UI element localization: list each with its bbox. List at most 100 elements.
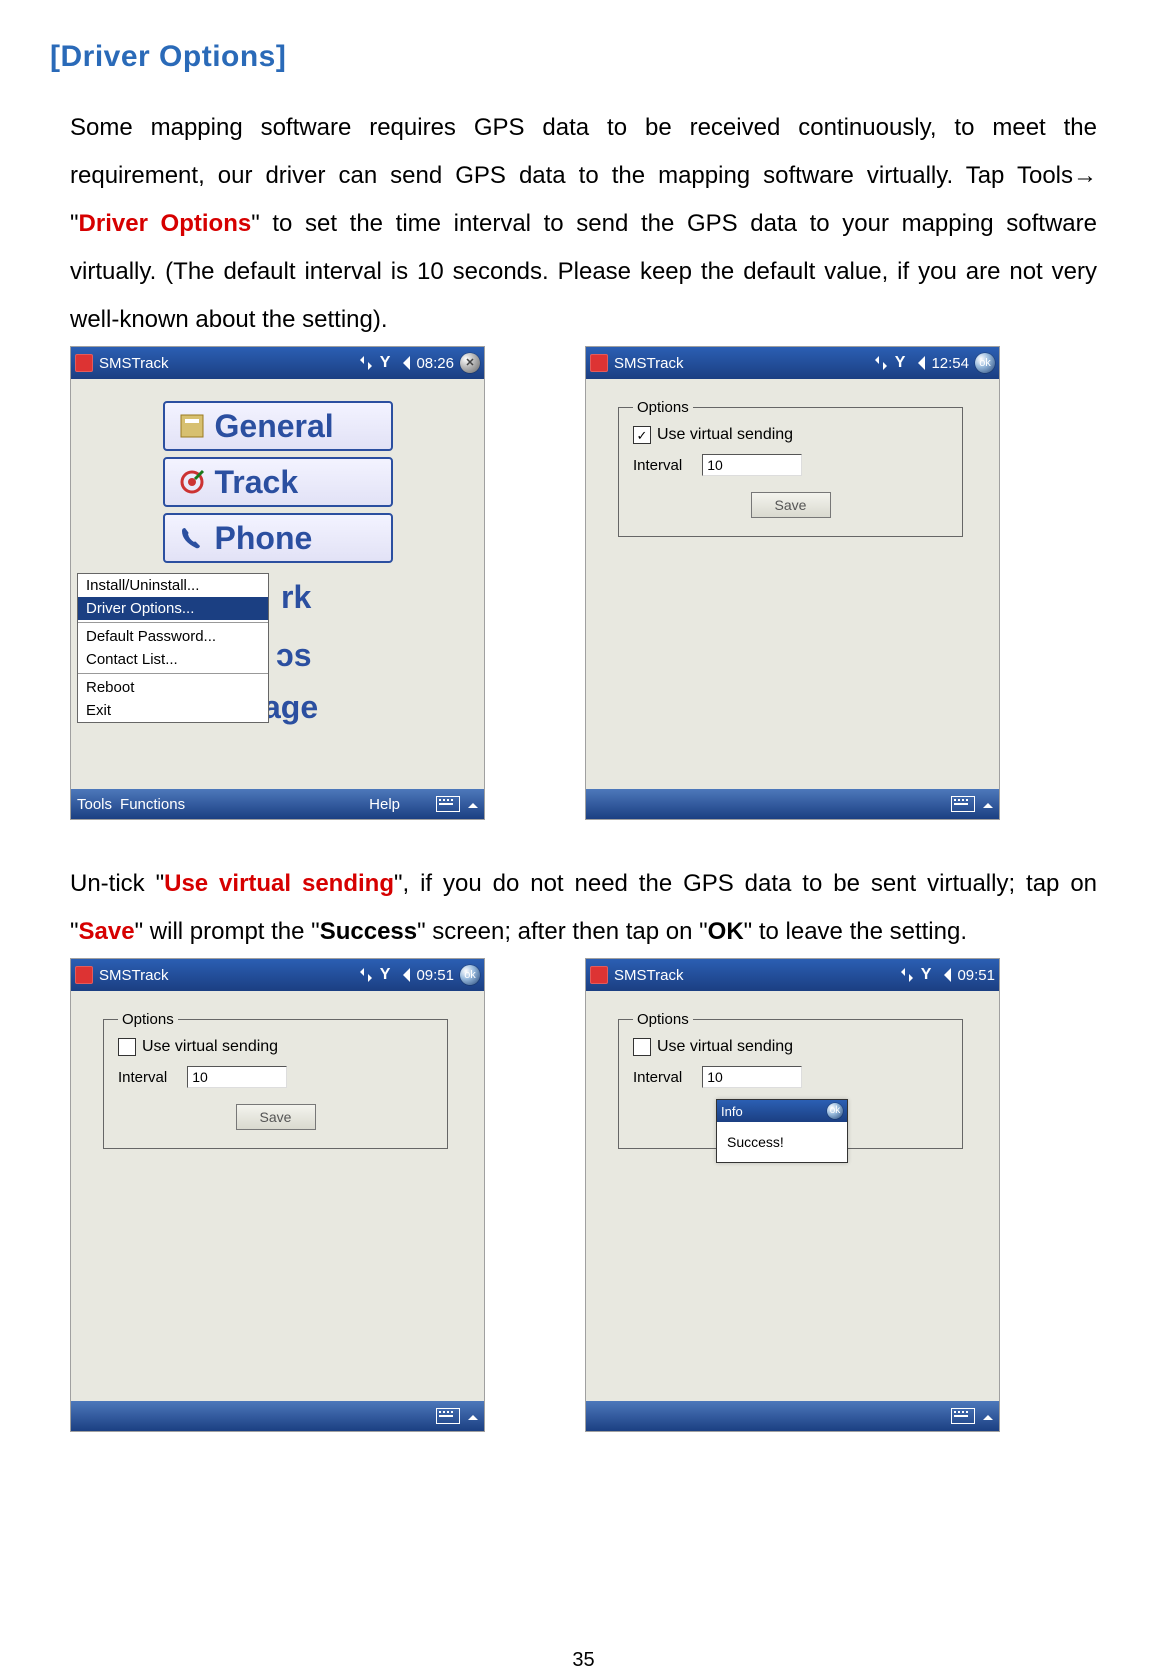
screenshots-row-1: SMSTrack Y 08:26 ✕ General — [70, 346, 1097, 820]
para2-save: Save — [79, 918, 135, 945]
status-icons: Y 12:54 ok — [873, 353, 995, 373]
para1-driver-options: Driver Options — [79, 210, 252, 237]
app-icon — [590, 966, 608, 984]
para2-use-virtual: Use virtual sending — [164, 870, 394, 897]
phone-icon — [175, 521, 209, 555]
device-body: Options Use virtual sending Interval Sav… — [71, 991, 484, 1401]
app-icon — [75, 354, 93, 372]
para2-text1: Un-tick " — [70, 870, 164, 897]
keyboard-icon[interactable] — [951, 1408, 975, 1424]
para2-ok: OK — [708, 918, 744, 945]
volume-icon — [396, 968, 410, 982]
behind-label-2: ɔs — [276, 637, 312, 674]
volume-icon — [937, 968, 951, 982]
clock: 08:26 — [416, 355, 454, 372]
use-virtual-checkbox[interactable] — [118, 1038, 136, 1056]
menu-separator — [78, 673, 268, 674]
keyboard-icon[interactable] — [436, 1408, 460, 1424]
info-popup-title: Info — [721, 1104, 743, 1119]
signal-icon: Y — [921, 968, 932, 982]
signal-icon: Y — [895, 356, 906, 370]
options-group: Options ✓ Use virtual sending Interval S… — [618, 399, 963, 537]
up-arrow-icon[interactable] — [983, 798, 993, 808]
general-label: General — [215, 408, 334, 445]
app-title: SMSTrack — [99, 967, 168, 984]
ok-button[interactable]: ok — [975, 353, 995, 373]
general-button[interactable]: General — [163, 401, 393, 451]
device-body: Options Use virtual sending Interval Sav… — [586, 991, 999, 1401]
use-virtual-label: Use virtual sending — [142, 1038, 278, 1056]
save-button[interactable]: Save — [236, 1104, 316, 1130]
status-icons: Y 09:51 — [899, 967, 995, 984]
sync-icon — [873, 356, 889, 370]
volume-icon — [396, 356, 410, 370]
use-virtual-label: Use virtual sending — [657, 426, 793, 444]
keyboard-icon[interactable] — [951, 796, 975, 812]
paragraph-1: Some mapping software requires GPS data … — [70, 104, 1097, 344]
close-button[interactable]: ✕ — [460, 353, 480, 373]
options-legend: Options — [633, 399, 693, 416]
behind-label-3: age — [263, 689, 318, 726]
ok-icon: ok — [979, 358, 991, 369]
paragraph-2: Un-tick "Use virtual sending", if you do… — [70, 860, 1097, 956]
up-arrow-icon[interactable] — [468, 798, 478, 808]
menu-separator — [78, 622, 268, 623]
titlebar: SMSTrack Y 09:51 ok — [71, 959, 484, 991]
signal-icon: Y — [380, 968, 391, 982]
phone-label: Phone — [215, 520, 313, 557]
options-legend: Options — [118, 1011, 178, 1028]
interval-input[interactable] — [187, 1066, 287, 1088]
use-virtual-label: Use virtual sending — [657, 1038, 793, 1056]
ok-icon: ok — [830, 1106, 841, 1116]
menu-install-uninstall[interactable]: Install/Uninstall... — [78, 574, 268, 597]
screenshot-3: SMSTrack Y 09:51 ok Options Use virtual … — [70, 958, 485, 1432]
screenshot-1: SMSTrack Y 08:26 ✕ General — [70, 346, 485, 820]
bottombar — [71, 1401, 484, 1431]
general-icon — [175, 409, 209, 443]
target-icon — [175, 465, 209, 499]
interval-input[interactable] — [702, 454, 802, 476]
tools-menu: Install/Uninstall... Driver Options... D… — [77, 573, 269, 723]
menu-driver-options[interactable]: Driver Options... — [78, 597, 268, 620]
up-arrow-icon[interactable] — [983, 1410, 993, 1420]
options-legend: Options — [633, 1011, 693, 1028]
ok-button[interactable]: ok — [460, 965, 480, 985]
use-virtual-checkbox[interactable] — [633, 1038, 651, 1056]
interval-label: Interval — [633, 1069, 682, 1086]
screenshots-row-2: SMSTrack Y 09:51 ok Options Use virtual … — [70, 958, 1097, 1432]
track-button[interactable]: Track — [163, 457, 393, 507]
keyboard-icon[interactable] — [436, 796, 460, 812]
screenshot-4: SMSTrack Y 09:51 Options Use virtual sen… — [585, 958, 1000, 1432]
app-title: SMSTrack — [614, 967, 683, 984]
up-arrow-icon[interactable] — [468, 1410, 478, 1420]
menu-default-password[interactable]: Default Password... — [78, 625, 268, 648]
menu-exit[interactable]: Exit — [78, 699, 268, 722]
menu-reboot[interactable]: Reboot — [78, 676, 268, 699]
titlebar: SMSTrack Y 09:51 — [586, 959, 999, 991]
options-group: Options Use virtual sending Interval Sav… — [103, 1011, 448, 1149]
menu-contact-list[interactable]: Contact List... — [78, 648, 268, 671]
sync-icon — [899, 968, 915, 982]
softkey-tools[interactable]: Tools — [77, 796, 112, 813]
softkey-help[interactable]: Help — [369, 796, 400, 813]
use-virtual-checkbox[interactable]: ✓ — [633, 426, 651, 444]
interval-label: Interval — [118, 1069, 167, 1086]
bottombar — [586, 1401, 999, 1431]
volume-icon — [911, 356, 925, 370]
phone-button[interactable]: Phone — [163, 513, 393, 563]
softkey-functions[interactable]: Functions — [120, 796, 185, 813]
app-title: SMSTrack — [614, 355, 683, 372]
titlebar: SMSTrack Y 12:54 ok — [586, 347, 999, 379]
interval-input[interactable] — [702, 1066, 802, 1088]
device-body: Options ✓ Use virtual sending Interval S… — [586, 379, 999, 789]
info-popup-body: Success! — [717, 1122, 847, 1162]
para2-success: Success — [320, 918, 417, 945]
bottombar: Tools Functions Help — [71, 789, 484, 819]
info-popup-header: Info ok — [717, 1100, 847, 1122]
para2-text5: " to leave the setting. — [744, 918, 967, 945]
save-button[interactable]: Save — [751, 492, 831, 518]
ok-icon: ok — [464, 970, 476, 981]
para2-text4: " screen; after then tap on " — [417, 918, 708, 945]
titlebar: SMSTrack Y 08:26 ✕ — [71, 347, 484, 379]
info-ok-button[interactable]: ok — [827, 1103, 843, 1119]
